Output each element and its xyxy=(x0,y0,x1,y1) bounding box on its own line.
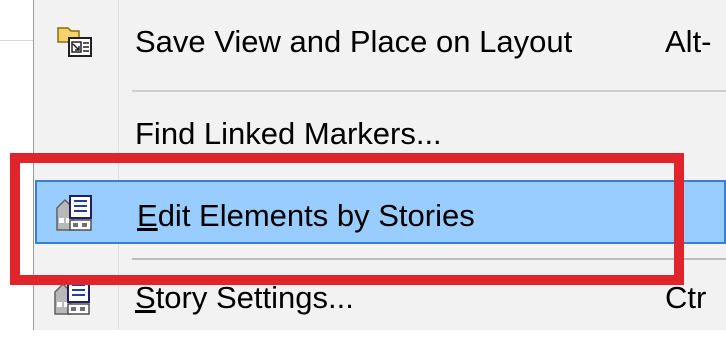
menu-bottom-edge xyxy=(33,330,726,338)
menu-item-label: Story Settings... xyxy=(135,280,354,316)
menu-item-mnemonic: S xyxy=(135,280,156,315)
menu-item-label-rest: tory Settings... xyxy=(155,280,354,315)
menu-item-label: Save View and Place on Layout xyxy=(135,24,573,59)
menu-item-shortcut: Ctr xyxy=(665,280,707,315)
save-view-place-layout-icon xyxy=(55,22,95,62)
background-divider xyxy=(0,40,33,41)
menu-item-save-view-place-layout[interactable]: Save View and Place on Layout Alt- xyxy=(35,10,726,72)
menu-item-label: Find Linked Markers... xyxy=(135,116,442,151)
screenshot-stage: Save View and Place on Layout Alt- Find … xyxy=(0,0,726,338)
annotation-highlight-box xyxy=(10,153,684,285)
menu-separator xyxy=(132,90,726,92)
menu-item-shortcut: Alt- xyxy=(665,24,712,59)
